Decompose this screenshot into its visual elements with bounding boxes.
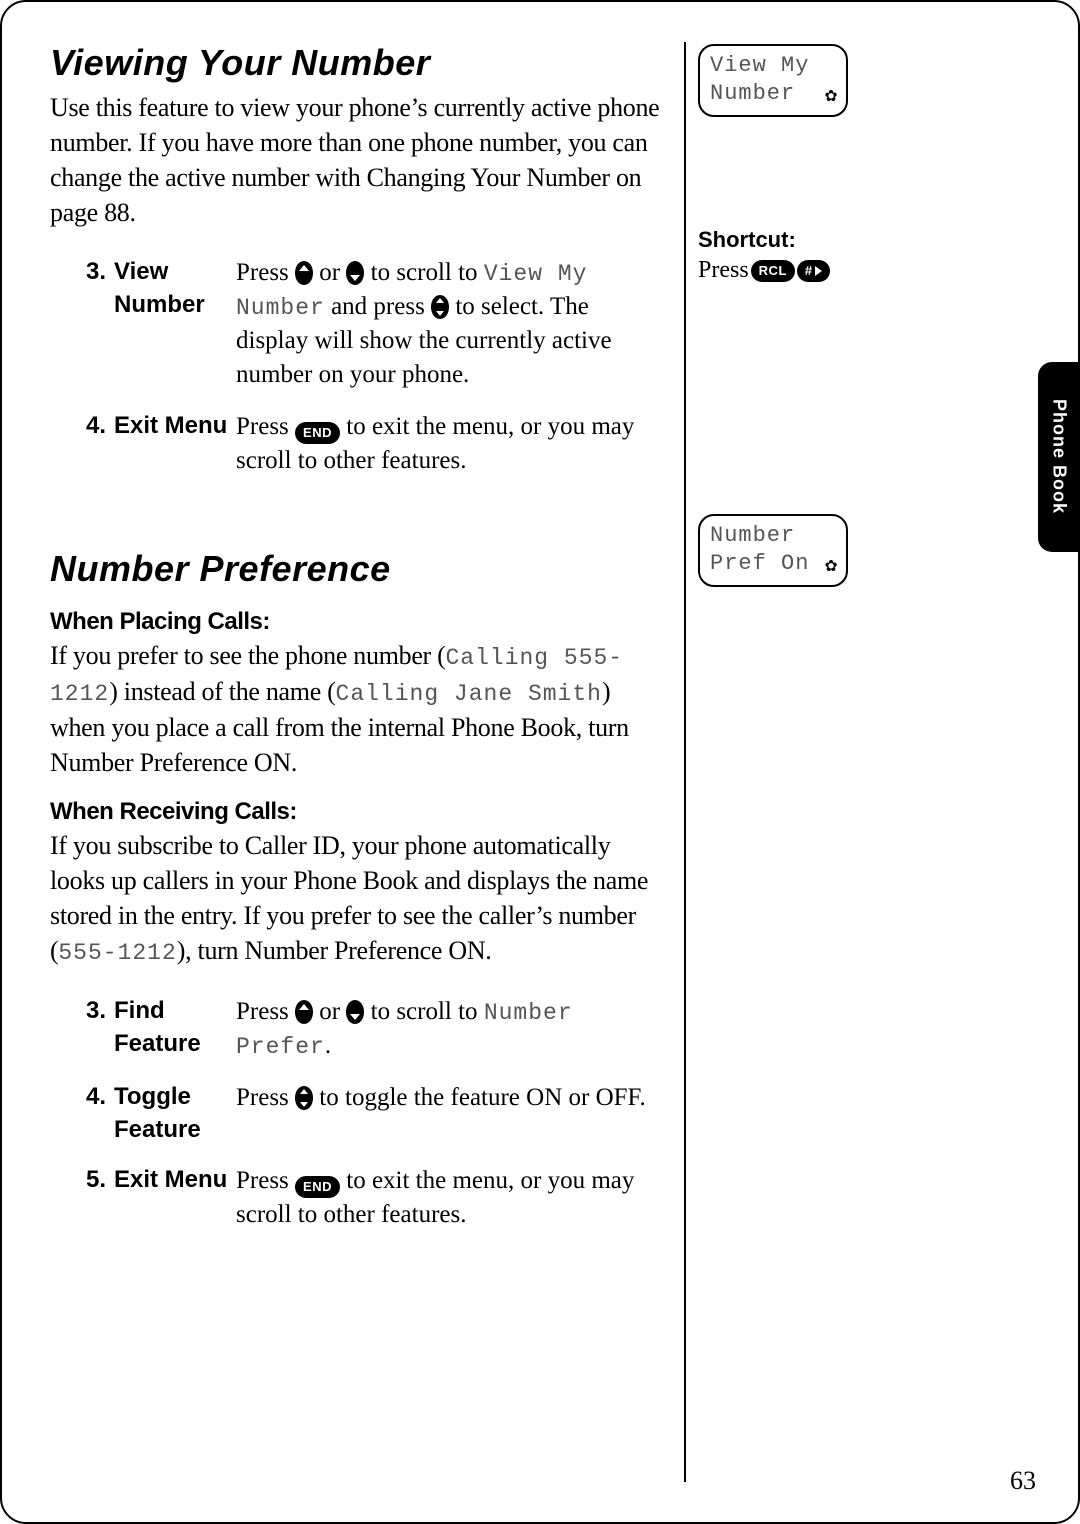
section2-sub1-body: If you prefer to see the phone number (C… xyxy=(50,638,660,780)
hash-key-icon: # xyxy=(797,260,830,282)
page-number: 63 xyxy=(1010,1466,1036,1496)
select-key-icon xyxy=(295,1086,313,1110)
step-row: 3. Find Feature Press or to scroll to Nu… xyxy=(50,987,660,1073)
end-key-icon: END xyxy=(295,422,340,444)
select-key-icon xyxy=(431,295,449,319)
step-name: Exit Menu xyxy=(114,402,236,488)
section2-steps: 3. Find Feature Press or to scroll to Nu… xyxy=(50,987,660,1241)
lcd-text: 555-1212 xyxy=(58,940,176,966)
shortcut-label: Shortcut: xyxy=(698,227,873,253)
side-column: View My Number ✿ Shortcut: Press RCL # N… xyxy=(684,42,873,1482)
step-number: 3. xyxy=(50,248,114,402)
rcl-key-icon: RCL xyxy=(751,260,795,282)
step-desc: Press END to exit the menu, or you may s… xyxy=(236,1156,660,1242)
lcd-text: View My xyxy=(484,261,588,287)
book-icon: ✿ xyxy=(825,554,838,579)
section2-title: Number Preference xyxy=(50,548,660,590)
lcd-text: Number xyxy=(236,295,325,321)
scroll-down-icon xyxy=(346,261,364,285)
lcd-line: Number xyxy=(710,80,836,108)
section-tab: Phone Book xyxy=(1038,362,1080,552)
shortcut-block: Shortcut: Press RCL # xyxy=(698,227,873,284)
section1-steps: 3. View Number Press or to scroll to Vie… xyxy=(50,248,660,487)
section-tab-label: Phone Book xyxy=(1049,399,1070,514)
step-row: 4. Exit Menu Press END to exit the menu,… xyxy=(50,402,660,488)
step-name: Toggle Feature xyxy=(114,1073,236,1156)
scroll-down-icon xyxy=(346,1000,364,1024)
step-desc: Press or to scroll to Number Prefer. xyxy=(236,987,660,1073)
step-row: 5. Exit Menu Press END to exit the menu,… xyxy=(50,1156,660,1242)
step-name: Exit Menu xyxy=(114,1156,236,1242)
step-desc: Press to toggle the feature ON or OFF. xyxy=(236,1073,660,1156)
lcd-text: Calling Jane Smith xyxy=(336,681,602,707)
lcd-line: Pref On xyxy=(710,550,836,578)
step-row: 4. Toggle Feature Press to toggle the fe… xyxy=(50,1073,660,1156)
lcd-preview-number-pref: Number Pref On ✿ xyxy=(698,514,848,587)
scroll-up-icon xyxy=(295,261,313,285)
end-key-icon: END xyxy=(295,1176,340,1198)
step-desc: Press END to exit the menu, or you may s… xyxy=(236,402,660,488)
book-icon: ✿ xyxy=(825,84,838,109)
section2-sub2-title: When Receiving Calls: xyxy=(50,798,660,826)
step-name: Find Feature xyxy=(114,987,236,1073)
step-desc: Press or to scroll to View My Number and… xyxy=(236,248,660,402)
shortcut-press: Press xyxy=(698,257,749,284)
step-row: 3. View Number Press or to scroll to Vie… xyxy=(50,248,660,402)
main-column: Viewing Your Number Use this feature to … xyxy=(50,42,684,1482)
section2-sub2-body: If you subscribe to Caller ID, your phon… xyxy=(50,828,660,969)
step-number: 4. xyxy=(50,1073,114,1156)
step-number: 5. xyxy=(50,1156,114,1242)
section1-title: Viewing Your Number xyxy=(50,42,660,84)
section2-sub1-title: When Placing Calls: xyxy=(50,608,660,636)
manual-page: Phone Book Viewing Your Number Use this … xyxy=(0,0,1080,1524)
step-number: 4. xyxy=(50,402,114,488)
step-name: View Number xyxy=(114,248,236,402)
lcd-preview-view-my-number: View My Number ✿ xyxy=(698,44,848,117)
section1-intro: Use this feature to view your phone’s cu… xyxy=(50,90,660,230)
lcd-line: Number xyxy=(710,522,836,550)
lcd-line: View My xyxy=(710,52,836,80)
step-number: 3. xyxy=(50,987,114,1073)
scroll-up-icon xyxy=(295,1000,313,1024)
